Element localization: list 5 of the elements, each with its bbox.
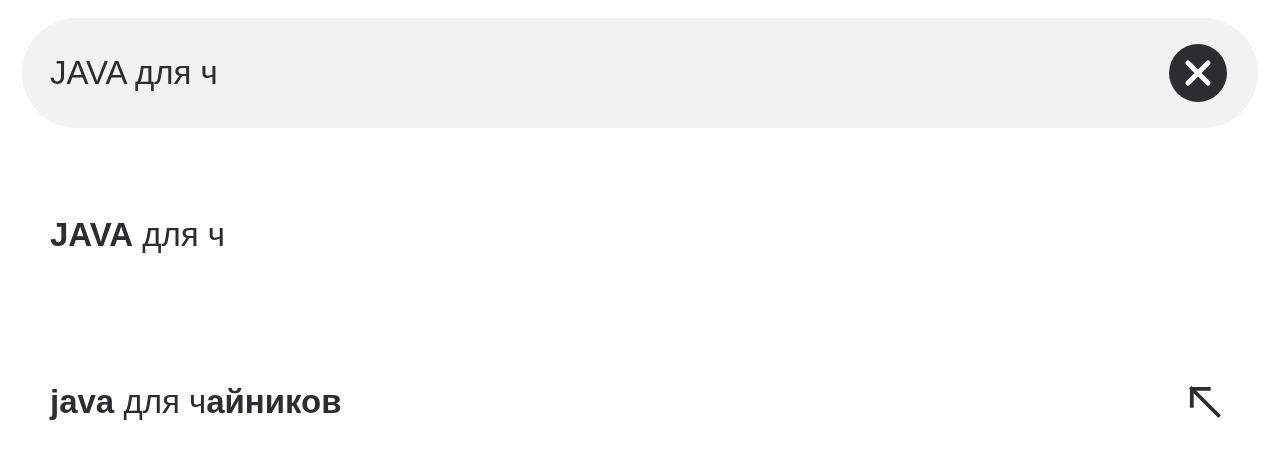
search-field[interactable]: JAVA для ч [22,18,1258,128]
arrow-icon[interactable] [1188,385,1222,419]
suggestion-text[interactable]: JAVA для ч [50,216,226,254]
clear-icon[interactable] [1169,44,1227,102]
suggestion-text[interactable]: java для чайников [50,383,342,421]
